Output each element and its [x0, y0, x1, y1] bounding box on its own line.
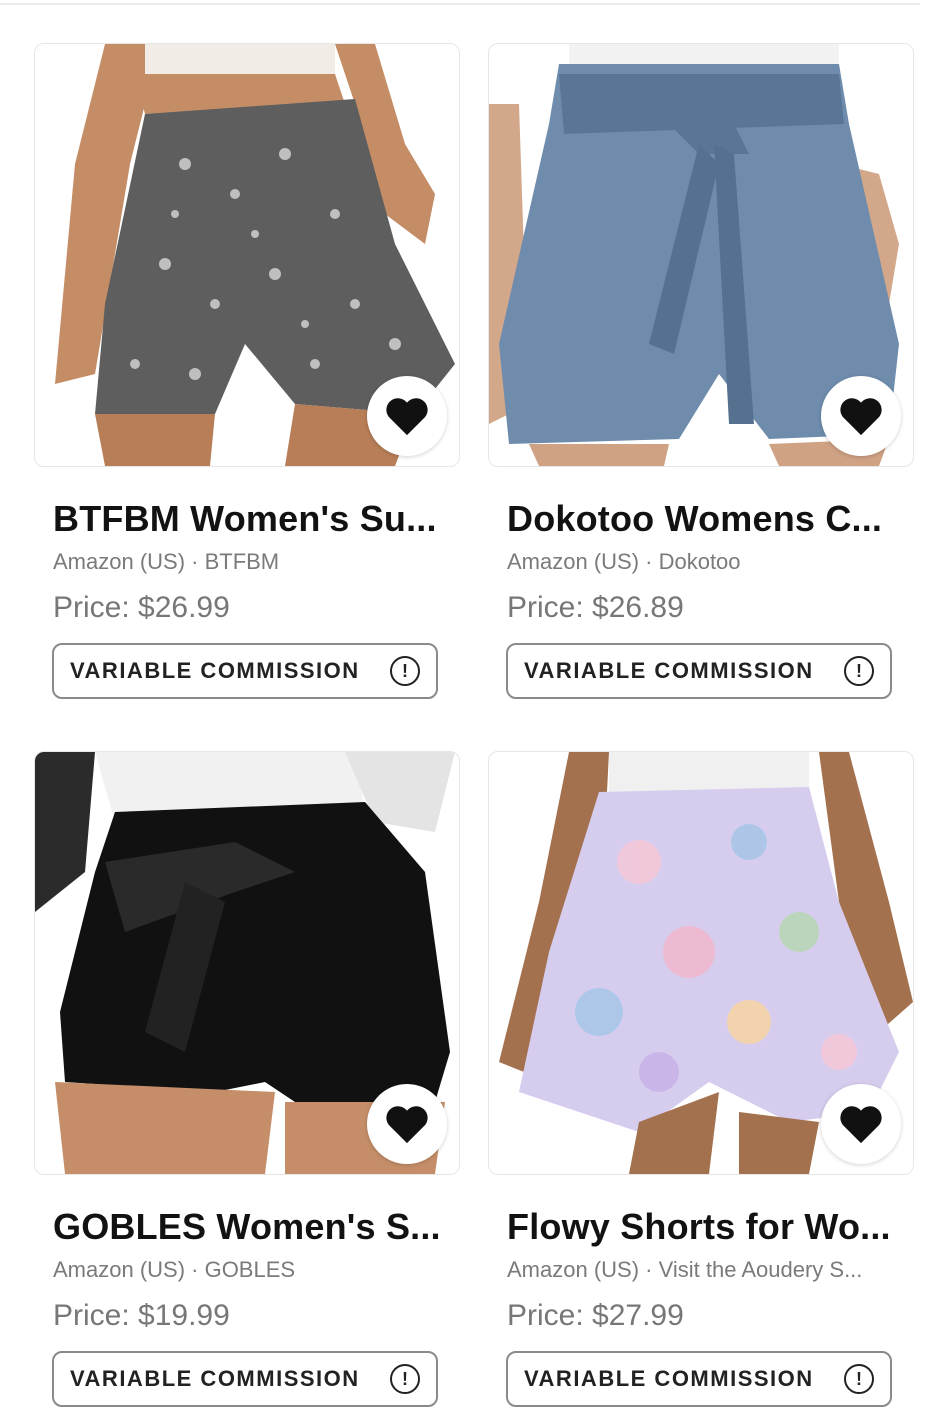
product-card[interactable]: Dokotoo Womens C... Amazon (US) · Dokoto… — [488, 43, 914, 699]
product-image[interactable] — [34, 43, 460, 467]
favorite-button[interactable] — [821, 1084, 901, 1164]
product-title[interactable]: Dokotoo Womens C... — [507, 497, 907, 541]
variable-commission-button[interactable]: VARIABLE COMMISSION ! — [52, 1351, 438, 1407]
heart-icon — [840, 1106, 882, 1144]
product-image[interactable] — [488, 43, 914, 467]
product-price: Price: $19.99 — [53, 1299, 230, 1332]
product-source: Amazon (US) · Dokotoo — [507, 549, 741, 574]
product-grid: BTFBM Women's Su... Amazon (US) · BTFBM … — [0, 0, 947, 1420]
product-image[interactable] — [488, 751, 914, 1175]
product-card[interactable]: Flowy Shorts for Wo... Amazon (US) · Vis… — [488, 751, 914, 1407]
favorite-button[interactable] — [367, 1084, 447, 1164]
product-price: Price: $27.99 — [507, 1299, 684, 1332]
product-price: Price: $26.89 — [507, 591, 684, 624]
product-title[interactable]: GOBLES Women's S... — [53, 1205, 453, 1249]
product-source: Amazon (US) · GOBLES — [53, 1257, 296, 1282]
heart-icon — [386, 398, 428, 436]
info-icon[interactable]: ! — [844, 1364, 874, 1394]
variable-commission-button[interactable]: VARIABLE COMMISSION ! — [506, 643, 892, 699]
product-title[interactable]: Flowy Shorts for Wo... — [507, 1205, 907, 1249]
commission-label: VARIABLE COMMISSION — [70, 658, 360, 683]
product-card[interactable]: BTFBM Women's Su... Amazon (US) · BTFBM … — [34, 43, 460, 699]
favorite-button[interactable] — [367, 376, 447, 456]
product-price: Price: $26.99 — [53, 591, 230, 624]
info-icon[interactable]: ! — [844, 656, 874, 686]
product-card[interactable]: GOBLES Women's S... Amazon (US) · GOBLES… — [34, 751, 460, 1407]
variable-commission-button[interactable]: VARIABLE COMMISSION ! — [52, 643, 438, 699]
commission-label: VARIABLE COMMISSION — [524, 1366, 814, 1391]
variable-commission-button[interactable]: VARIABLE COMMISSION ! — [506, 1351, 892, 1407]
info-icon[interactable]: ! — [390, 656, 420, 686]
product-source: Amazon (US) · Visit the Aoudery S... — [507, 1257, 863, 1282]
product-title[interactable]: BTFBM Women's Su... — [53, 497, 453, 541]
product-source: Amazon (US) · BTFBM — [53, 549, 280, 574]
heart-icon — [386, 1106, 428, 1144]
favorite-button[interactable] — [821, 376, 901, 456]
commission-label: VARIABLE COMMISSION — [70, 1366, 360, 1391]
commission-label: VARIABLE COMMISSION — [524, 658, 814, 683]
info-icon[interactable]: ! — [390, 1364, 420, 1394]
heart-icon — [840, 398, 882, 436]
product-image[interactable] — [34, 751, 460, 1175]
